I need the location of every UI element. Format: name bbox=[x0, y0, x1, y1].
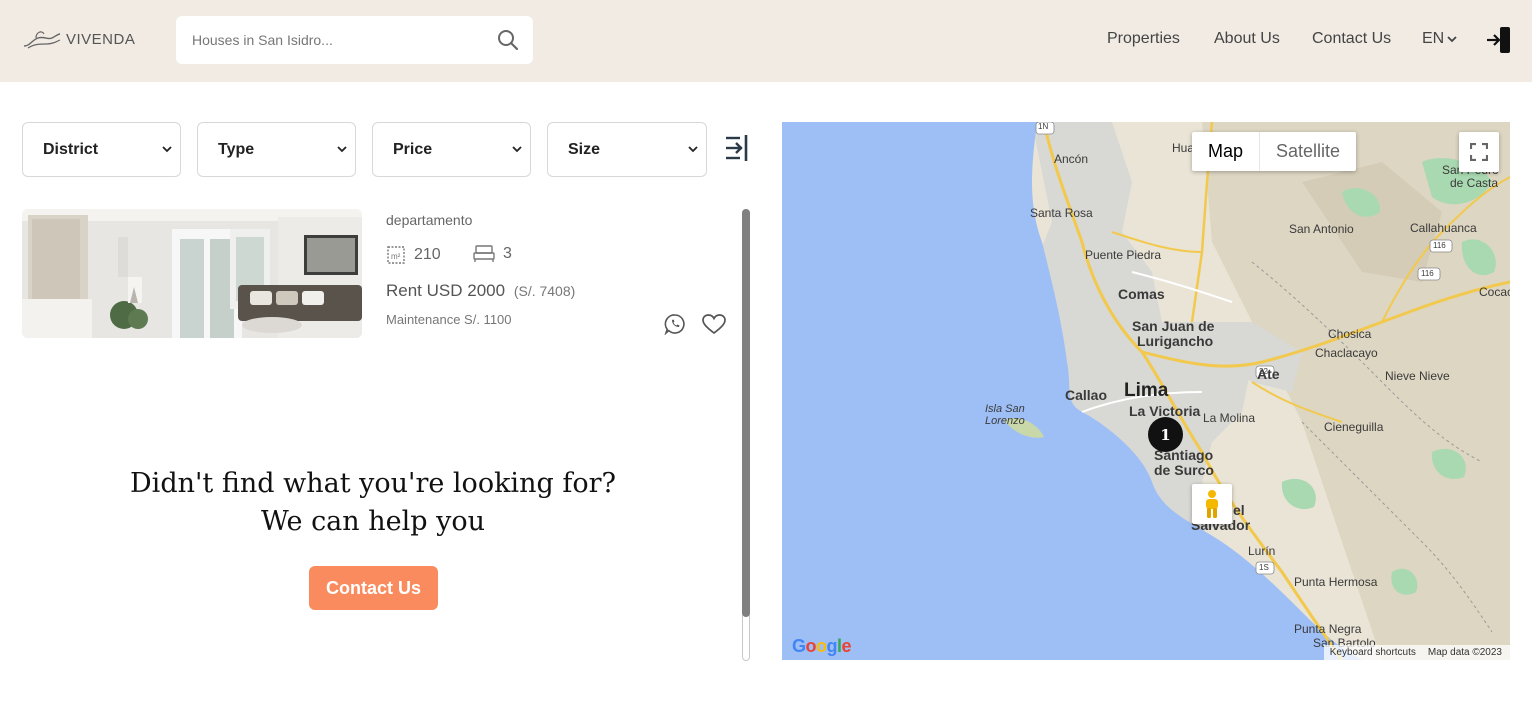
street-view-pegman[interactable] bbox=[1192, 484, 1232, 524]
map-label-santiago-2: de Surco bbox=[1154, 462, 1214, 478]
listing-price-pen: (S/. 7408) bbox=[513, 283, 576, 299]
header: VIVENDA Properties About Us Contact Us E… bbox=[0, 0, 1532, 82]
contact-us-button[interactable]: Contact Us bbox=[309, 566, 438, 610]
chevron-down-icon bbox=[688, 146, 698, 153]
google-logo: Google bbox=[792, 636, 852, 656]
map-label-callao: Callao bbox=[1065, 387, 1108, 403]
listing-bedrooms: 3 bbox=[473, 245, 512, 263]
map-label-hua: Hua bbox=[1172, 141, 1195, 155]
size-filter[interactable]: Size bbox=[547, 122, 707, 177]
listing-maintenance: Maintenance S/. 1100 bbox=[386, 312, 512, 327]
listing-area: m² 210 bbox=[386, 245, 441, 265]
map-label-callahuanca: Callahuanca bbox=[1410, 221, 1477, 235]
svg-text:m²: m² bbox=[391, 252, 401, 261]
map-label-san-antonio: San Antonio bbox=[1289, 222, 1354, 236]
map-label-r116a: 116 bbox=[1433, 241, 1446, 250]
area-icon: m² bbox=[387, 246, 405, 264]
listing-area-value: 210 bbox=[414, 246, 441, 263]
fullscreen-icon bbox=[1470, 143, 1488, 161]
size-filter-label: Size bbox=[568, 140, 601, 158]
map-label-sjl-1: San Juan de bbox=[1132, 318, 1215, 334]
map-label-r1s: 1S bbox=[1259, 563, 1269, 572]
map-view-button[interactable]: Map bbox=[1192, 132, 1259, 171]
map-label-comas: Comas bbox=[1118, 286, 1165, 302]
map-label-chosica: Chosica bbox=[1328, 327, 1372, 341]
help-heading-line1: Didn't find what you're looking for? bbox=[130, 468, 616, 499]
map-label-santa-rosa: Santa Rosa bbox=[1030, 206, 1093, 220]
bed-icon bbox=[473, 245, 495, 262]
price-filter[interactable]: Price bbox=[372, 122, 531, 177]
map-label-punta-hermosa: Punta Hermosa bbox=[1294, 575, 1378, 589]
map[interactable]: 1N 22 1S 116 116 Ancón Hua Santa Rosa Pu… bbox=[782, 122, 1510, 660]
login-icon[interactable] bbox=[1486, 26, 1512, 54]
type-filter[interactable]: Type bbox=[197, 122, 356, 177]
help-heading-line2: We can help you bbox=[260, 506, 486, 537]
map-label-chaclacayo: Chaclacayo bbox=[1315, 346, 1378, 360]
map-label-lurin: Lurín bbox=[1248, 544, 1276, 558]
whatsapp-icon[interactable] bbox=[664, 313, 686, 335]
chevron-down-icon bbox=[162, 146, 172, 153]
listing-price-usd: Rent USD 2000 bbox=[386, 281, 506, 300]
map-label-ate: Ate bbox=[1257, 366, 1280, 382]
map-label-r116b: 116 bbox=[1421, 269, 1434, 278]
map-footer: Keyboard shortcuts Map data ©2023 bbox=[1323, 645, 1510, 660]
language-selector[interactable]: EN bbox=[1422, 30, 1457, 48]
map-label-r1n: 1N bbox=[1038, 122, 1049, 131]
listing-card[interactable]: departamento m² 210 3 Rent USD 2000 (S/.… bbox=[22, 209, 732, 339]
price-filter-label: Price bbox=[393, 140, 433, 158]
chevron-down-icon bbox=[337, 146, 347, 153]
logo[interactable]: VIVENDA bbox=[22, 28, 135, 50]
living-room-photo bbox=[22, 209, 362, 338]
map-label-la-molina: La Molina bbox=[1203, 411, 1256, 425]
chevron-down-icon bbox=[512, 146, 522, 153]
logo-icon bbox=[23, 31, 61, 49]
map-label-isla-2: Lorenzo bbox=[985, 415, 1025, 427]
listing-bedrooms-value: 3 bbox=[503, 245, 512, 262]
keyboard-shortcuts-link[interactable]: Keyboard shortcuts bbox=[1330, 647, 1416, 658]
help-heading: Didn't find what you're looking for? We … bbox=[22, 465, 724, 541]
search-icon[interactable] bbox=[497, 29, 519, 51]
satellite-view-button[interactable]: Satellite bbox=[1259, 132, 1356, 171]
nav-properties[interactable]: Properties bbox=[1107, 30, 1180, 48]
listing-price: Rent USD 2000 (S/. 7408) bbox=[386, 281, 575, 301]
collapse-panel-icon[interactable] bbox=[724, 134, 750, 162]
map-label-sjl-2: Lurigancho bbox=[1137, 333, 1214, 349]
map-data-attribution: Map data ©2023 bbox=[1427, 647, 1502, 658]
map-label-ancon: Ancón bbox=[1054, 152, 1089, 166]
search-box bbox=[176, 16, 533, 64]
map-label-puente-piedra: Puente Piedra bbox=[1085, 248, 1162, 262]
type-filter-label: Type bbox=[218, 140, 255, 158]
district-filter[interactable]: District bbox=[22, 122, 181, 177]
search-input[interactable] bbox=[176, 16, 486, 64]
language-label: EN bbox=[1422, 30, 1445, 47]
map-marker-cluster[interactable]: 1 bbox=[1148, 417, 1183, 452]
heart-icon[interactable] bbox=[701, 313, 727, 335]
map-label-san-pedro-2: de Casta bbox=[1450, 176, 1499, 190]
map-label-nieve-nieve: Nieve Nieve bbox=[1385, 369, 1450, 383]
chevron-down-icon bbox=[1447, 35, 1457, 42]
map-label-cocachacra: Cocac bbox=[1479, 285, 1510, 299]
map-label-punta-negra: Punta Negra bbox=[1294, 622, 1362, 636]
map-type-toggle: Map Satellite bbox=[1192, 132, 1357, 171]
nav-about-us[interactable]: About Us bbox=[1214, 30, 1280, 48]
map-label-isla-1: Isla San bbox=[985, 403, 1025, 415]
fullscreen-button[interactable] bbox=[1459, 132, 1499, 172]
map-label-cieneguilla: Cieneguilla bbox=[1324, 420, 1384, 434]
pegman-icon bbox=[1206, 490, 1218, 518]
map-label-lima: Lima bbox=[1124, 380, 1169, 401]
district-filter-label: District bbox=[43, 140, 99, 158]
nav-contact-us[interactable]: Contact Us bbox=[1312, 30, 1391, 48]
listing-type: departamento bbox=[386, 212, 473, 228]
scrollbar-thumb[interactable] bbox=[742, 209, 750, 617]
logo-text: VIVENDA bbox=[66, 30, 136, 48]
map-label-salvador-1: el bbox=[1233, 502, 1245, 518]
listing-photo[interactable] bbox=[22, 209, 362, 338]
